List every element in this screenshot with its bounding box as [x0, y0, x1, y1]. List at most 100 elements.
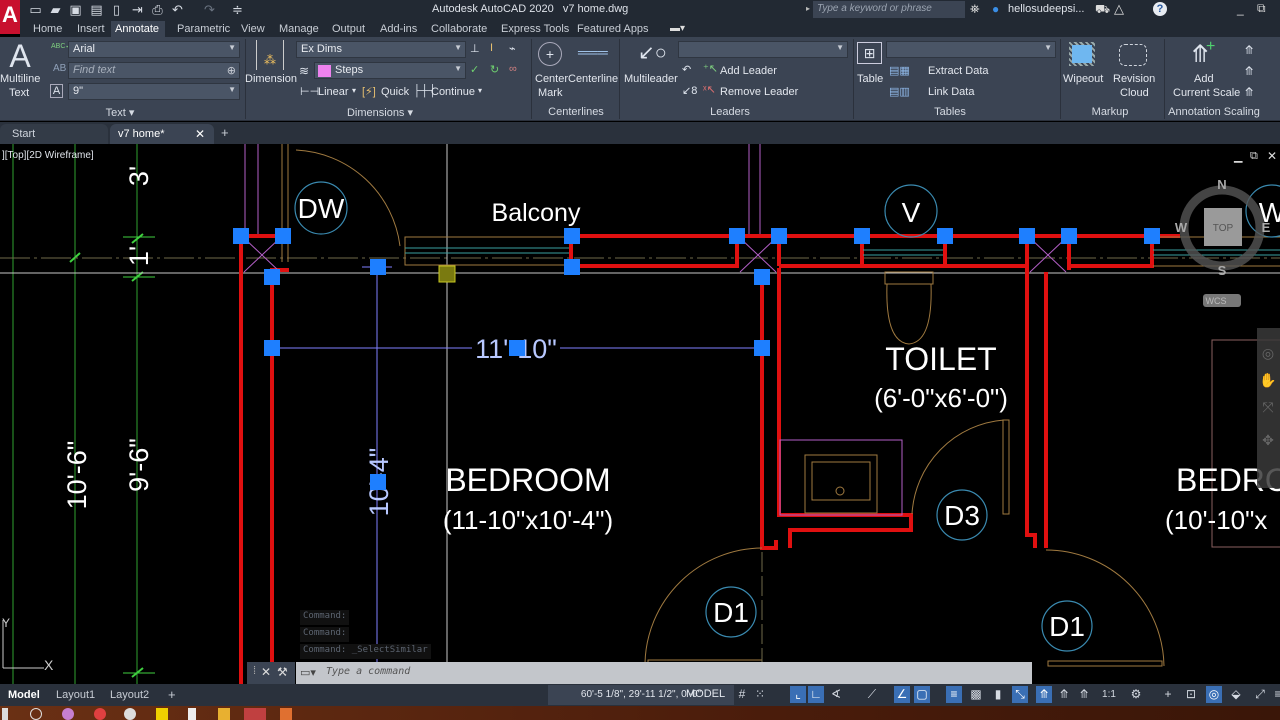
- lineweight-icon[interactable]: ≡: [946, 686, 962, 703]
- center-mark-button-label2[interactable]: Mark: [538, 87, 562, 99]
- continue-dropdown-arrow[interactable]: ▾: [478, 86, 482, 95]
- autocad-taskbar-icon[interactable]: [244, 708, 266, 720]
- delete-scale-icon[interactable]: ⤊: [1244, 85, 1254, 99]
- drawing-canvas[interactable]: DW V W D3 D1 D1 Balcony BEDROOM (11-10"x…: [0, 144, 1280, 684]
- wipeout-icon[interactable]: [1069, 42, 1095, 66]
- isometric-drafting-icon[interactable]: ⟋: [864, 686, 880, 703]
- add-leader-button[interactable]: Add Leader: [720, 65, 777, 77]
- remove-leader-button[interactable]: Remove Leader: [720, 86, 798, 98]
- object-snap-icon[interactable]: ▢: [914, 686, 930, 703]
- tab-express-tools[interactable]: Express Tools: [497, 21, 573, 37]
- add-current-scale-icon[interactable]: ⤊ +: [1190, 38, 1215, 69]
- reassociate-icon[interactable]: ∞: [509, 63, 517, 75]
- help-icon[interactable]: ?: [1153, 2, 1167, 16]
- selection-cycling-icon[interactable]: ▮: [990, 686, 1006, 703]
- link-data-icon[interactable]: ▤▥: [889, 85, 910, 98]
- help-search-input[interactable]: Type a keyword or phrase: [813, 1, 965, 18]
- start-button-icon[interactable]: [2, 708, 8, 720]
- tab-output[interactable]: Output: [328, 21, 369, 37]
- app-icon[interactable]: [124, 708, 136, 720]
- layout-tab-layout2[interactable]: Layout2: [102, 685, 157, 705]
- extract-data-icon[interactable]: ▤▦: [889, 64, 910, 77]
- drag-handle-icon[interactable]: ⁞: [253, 665, 256, 677]
- model-space-button[interactable]: MODEL: [686, 688, 725, 700]
- tab-manage[interactable]: Manage: [275, 21, 323, 37]
- a360-icon[interactable]: △: [1114, 1, 1124, 17]
- viewport-controls-label[interactable]: ][Top][2D Wireframe]: [2, 150, 94, 161]
- binoculars-icon[interactable]: ⛯: [970, 2, 980, 17]
- workspace-gear-icon[interactable]: ⚙: [1128, 686, 1144, 703]
- command-close-icon[interactable]: ✕: [261, 665, 271, 679]
- calculator-icon[interactable]: [188, 708, 196, 720]
- text-style-dropdown[interactable]: Arial ▼: [68, 41, 240, 58]
- table-style-dropdown[interactable]: ▼: [886, 41, 1056, 58]
- center-mark-icon[interactable]: +: [538, 42, 562, 66]
- leader-align-icon[interactable]: ↙8: [682, 84, 697, 97]
- update-icon[interactable]: ↻: [490, 63, 499, 76]
- dimension-style-dropdown[interactable]: Ex Dims ▼: [296, 41, 466, 58]
- multiline-text-button-label2[interactable]: Text: [9, 87, 29, 99]
- command-input[interactable]: Type a command: [326, 666, 410, 677]
- wipeout-button[interactable]: Wipeout: [1063, 73, 1103, 85]
- doc-tab-v7-home[interactable]: v7 home* ✕: [110, 124, 214, 144]
- add-layout-plus-icon[interactable]: +: [160, 685, 184, 705]
- annotation-visibility-icon[interactable]: ⤊: [1036, 686, 1052, 703]
- save-as-icon[interactable]: ▤: [89, 2, 104, 17]
- open-from-web-icon[interactable]: ▯: [109, 2, 124, 17]
- add-current-scale-button-label2[interactable]: Current Scale: [1173, 87, 1240, 99]
- viewport-close-icon[interactable]: ✕: [1267, 149, 1277, 163]
- centerline-button[interactable]: Centerline: [568, 73, 618, 85]
- multiline-text-button[interactable]: Multiline: [0, 73, 40, 85]
- layout-tab-model[interactable]: Model: [0, 685, 48, 705]
- dimension-button[interactable]: Dimension: [245, 73, 297, 85]
- new-file-icon[interactable]: ▭: [28, 2, 43, 17]
- link-data-button[interactable]: Link Data: [928, 86, 974, 98]
- user-icon[interactable]: ●: [992, 2, 999, 16]
- grid-icon[interactable]: #: [734, 686, 750, 703]
- sync-scale-icon[interactable]: ⤊: [1244, 43, 1254, 57]
- customize-quick-access-icon[interactable]: ≑: [230, 2, 245, 17]
- units-icon[interactable]: ⊡: [1183, 686, 1199, 703]
- remove-leader-icon[interactable]: ˣ↖: [703, 83, 716, 96]
- drawing-viewport[interactable]: DW V W D3 D1 D1 Balcony BEDROOM (11-10"x…: [0, 144, 1280, 684]
- jog-line-icon[interactable]: ⌁: [509, 42, 516, 55]
- multileader-icon[interactable]: ↙○: [638, 40, 667, 65]
- centerline-icon[interactable]: ═══: [578, 44, 608, 60]
- revision-cloud-button-label2[interactable]: Cloud: [1120, 87, 1149, 99]
- tab-view[interactable]: View: [237, 21, 269, 37]
- text-panel-label[interactable]: Text ▾: [60, 106, 180, 120]
- extract-data-button[interactable]: Extract Data: [928, 65, 989, 77]
- linear-dropdown-arrow[interactable]: ▾: [352, 86, 356, 95]
- ribbon-display-toggle-icon[interactable]: ▬▾: [670, 23, 685, 34]
- dimension-icon[interactable]: ⁂: [256, 40, 284, 70]
- undo-icon[interactable]: ↶: [170, 2, 185, 17]
- linear-dimension-icon[interactable]: ⊢⊣: [300, 85, 319, 98]
- open-folder-icon[interactable]: ▰: [48, 2, 63, 17]
- table-icon[interactable]: ⊞: [857, 42, 882, 64]
- revision-cloud-icon[interactable]: [1119, 44, 1147, 66]
- multileader-style-dropdown[interactable]: ▼: [678, 41, 848, 58]
- tab-parametric[interactable]: Parametric: [173, 21, 234, 37]
- scale-list-icon[interactable]: ⤊: [1244, 64, 1254, 78]
- add-current-scale-button[interactable]: Add: [1194, 73, 1214, 85]
- file-explorer-icon[interactable]: [218, 708, 230, 720]
- application-menu-button[interactable]: A: [0, 0, 20, 34]
- dimensions-panel-label[interactable]: Dimensions ▾: [320, 106, 440, 120]
- add-leader-icon[interactable]: ⁺↖: [703, 62, 718, 75]
- snap-mode-icon[interactable]: ⁙: [752, 686, 768, 703]
- command-prompt-icon[interactable]: ▭▾: [300, 666, 316, 679]
- dimension-layer-dropdown[interactable]: Steps ▼: [314, 62, 466, 79]
- search-icon[interactable]: ⊕: [227, 64, 236, 77]
- polar-tracking-icon[interactable]: ∢: [828, 686, 844, 703]
- redo-icon[interactable]: ↷: [202, 2, 217, 17]
- continue-button[interactable]: Continue: [431, 86, 475, 98]
- tab-collaborate[interactable]: Collaborate: [427, 21, 491, 37]
- multiline-text-icon[interactable]: A: [6, 39, 34, 73]
- table-button[interactable]: Table: [857, 73, 883, 85]
- center-mark-button[interactable]: Center: [535, 73, 568, 85]
- dynamic-input-icon[interactable]: ⌞: [790, 686, 806, 703]
- quick-button[interactable]: Quick: [381, 86, 409, 98]
- inspect-icon[interactable]: ✓: [470, 63, 479, 76]
- annotation-scale-icon[interactable]: ⤊: [1076, 686, 1092, 703]
- close-icon[interactable]: ✕: [195, 124, 205, 144]
